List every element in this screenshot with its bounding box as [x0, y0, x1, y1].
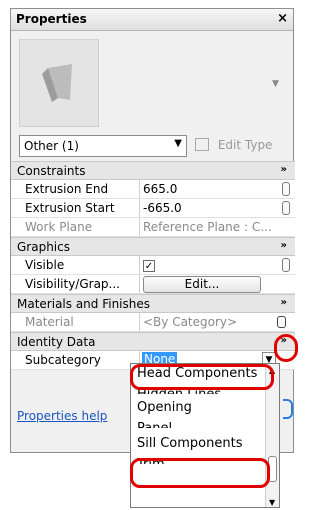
row-label: Material [25, 315, 74, 329]
scroll-thumb[interactable] [268, 456, 277, 482]
section-label: Constraints [17, 164, 86, 178]
section-identity-data[interactable]: Identity Data » [11, 332, 295, 351]
section-label: Graphics [17, 240, 70, 254]
row-label: Visible [25, 258, 65, 272]
associate-parameter-button[interactable] [282, 258, 290, 272]
row-label: Extrusion End [25, 182, 109, 196]
dropdown-option[interactable]: Panel [131, 419, 279, 428]
scroll-down-icon[interactable]: ▼ [269, 498, 275, 507]
row-extrusion-end[interactable]: Extrusion End 665.0 [11, 180, 295, 199]
edit-type-button[interactable]: Edit Type [195, 138, 272, 152]
preview-dropdown[interactable]: ▼ [269, 39, 283, 127]
divider [139, 313, 140, 331]
divider [139, 199, 140, 217]
apply-button-edge[interactable] [283, 399, 293, 419]
panel-title: Properties [16, 12, 87, 26]
row-label: Work Plane [25, 220, 93, 234]
material-value: <By Category> [143, 315, 238, 329]
dropdown-scrollbar[interactable]: ▲ ▼ [265, 364, 279, 507]
row-visibility-graphics[interactable]: Visibility/Grap... Edit... [11, 275, 295, 294]
row-label: Visibility/Grap... [25, 277, 120, 291]
collapse-icon[interactable]: » [281, 164, 287, 175]
type-selector-value: Other (1) [24, 139, 79, 153]
divider [139, 256, 140, 274]
section-materials[interactable]: Materials and Finishes » [11, 294, 295, 313]
panel-titlebar: Properties × [11, 9, 293, 31]
row-extrusion-start[interactable]: Extrusion Start -665.0 [11, 199, 295, 218]
divider [139, 218, 140, 236]
edit-type-icon [195, 138, 209, 151]
visibility-edit-button[interactable]: Edit... [143, 276, 261, 293]
associate-parameter-button[interactable] [282, 182, 290, 196]
family-preview-icon [42, 64, 72, 102]
chevron-down-icon: ▼ [272, 79, 279, 89]
associate-parameter-button[interactable] [282, 201, 290, 215]
associate-parameter-button[interactable] [277, 316, 286, 328]
collapse-icon[interactable]: » [281, 335, 287, 346]
type-preview-area: ▼ [19, 39, 283, 131]
row-work-plane: Work Plane Reference Plane : C... [11, 218, 295, 237]
chevron-down-icon: ▼ [174, 138, 182, 149]
subcategory-dropdown-list[interactable]: Head Components Hidden Lines Opening Pan… [130, 363, 280, 508]
section-label: Materials and Finishes [17, 297, 151, 311]
dropdown-option[interactable]: Hidden Lines [131, 385, 279, 394]
divider [139, 180, 140, 198]
scroll-up-icon[interactable]: ▲ [269, 366, 275, 375]
dropdown-option[interactable]: Trim [131, 455, 279, 464]
section-graphics[interactable]: Graphics » [11, 237, 295, 256]
row-label: Subcategory [25, 353, 101, 367]
visible-checkbox[interactable]: ✓ [143, 260, 155, 272]
properties-help-link[interactable]: Properties help [17, 409, 107, 423]
family-thumbnail [19, 39, 99, 127]
close-icon[interactable]: × [277, 11, 288, 26]
dropdown-option[interactable]: Head Components [131, 364, 279, 385]
work-plane-value: Reference Plane : C... [143, 220, 272, 234]
dropdown-option[interactable]: Opening [131, 398, 279, 419]
properties-grid: Constraints » Extrusion End 665.0 Extrus… [11, 161, 295, 370]
panel-footer: Properties help [17, 409, 107, 423]
dropdown-option[interactable]: Sill Components [131, 434, 279, 455]
row-visible[interactable]: Visible ✓ [11, 256, 295, 275]
collapse-icon[interactable]: » [281, 240, 287, 251]
type-selector-row: Other (1) ▼ Edit Type [19, 135, 283, 157]
section-label: Identity Data [17, 335, 96, 349]
section-constraints[interactable]: Constraints » [11, 161, 295, 180]
row-material[interactable]: Material <By Category> [11, 313, 295, 332]
visible-cell: ✓ [143, 258, 278, 272]
collapse-icon[interactable]: » [281, 297, 287, 308]
type-selector[interactable]: Other (1) ▼ [19, 135, 187, 157]
row-label: Extrusion Start [25, 201, 115, 215]
extrusion-start-value[interactable]: -665.0 [143, 201, 278, 215]
divider [139, 275, 140, 293]
extrusion-end-value[interactable]: 665.0 [143, 182, 278, 196]
edit-type-label: Edit Type [217, 138, 273, 152]
